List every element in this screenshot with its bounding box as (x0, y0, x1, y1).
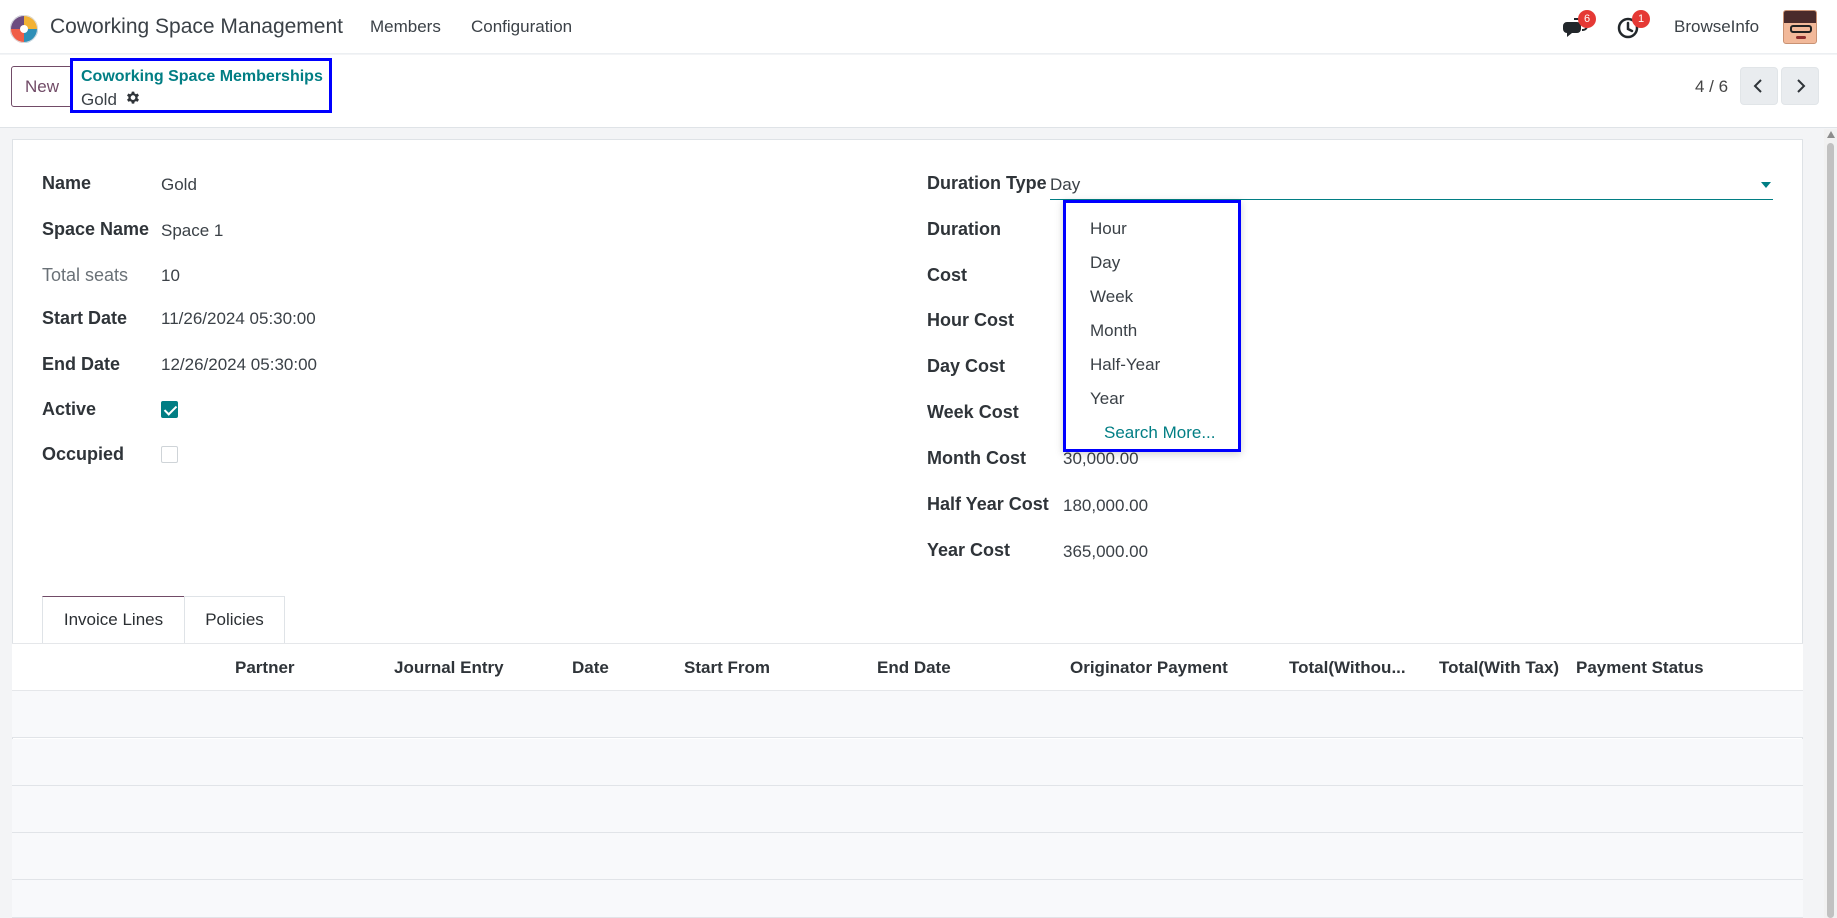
activity-icon[interactable]: 1 (1615, 10, 1650, 42)
header-date[interactable]: Date (572, 658, 609, 678)
breadcrumb-root-link[interactable]: Coworking Space Memberships (81, 68, 323, 86)
start-date-label: Start Date (42, 308, 128, 328)
table-row[interactable] (12, 691, 1803, 738)
scroll-up-icon[interactable] (1827, 131, 1835, 138)
chat-icon[interactable]: 6 (1561, 10, 1596, 42)
half-year-cost-label: Half Year Cost (927, 494, 1049, 514)
active-label: Active (42, 399, 97, 419)
header-end-date[interactable]: End Date (877, 658, 951, 678)
name-label: Name (42, 173, 92, 193)
cost-label: Cost (927, 265, 967, 285)
chat-badge: 6 (1578, 10, 1596, 28)
duration-type-value: Day (1050, 175, 1081, 194)
hour-cost-label: Hour Cost (927, 310, 1014, 330)
header-total-without-tax[interactable]: Total(Withou... (1289, 658, 1406, 678)
nav-members[interactable]: Members (370, 17, 441, 37)
total-seats-value: 10 (161, 266, 180, 285)
space-name-value[interactable]: Space 1 (161, 221, 223, 241)
chevron-right-icon (1797, 79, 1806, 93)
space-name-label: Space Name (42, 219, 150, 239)
end-date-label: End Date (42, 354, 121, 374)
dropdown-option-year[interactable]: Year (1090, 389, 1124, 409)
pager-previous-button[interactable] (1740, 67, 1778, 105)
header-originator-payment[interactable]: Originator Payment (1070, 658, 1228, 678)
company-switcher[interactable]: BrowseInfo (1674, 17, 1759, 37)
occupied-checkbox[interactable] (161, 446, 178, 463)
dropdown-search-more[interactable]: Search More... (1104, 423, 1216, 443)
page-scrollbar[interactable] (1824, 129, 1837, 918)
scroll-thumb[interactable] (1827, 143, 1834, 918)
pager-next-button[interactable] (1781, 67, 1819, 105)
year-cost-value[interactable]: 365,000.00 (1063, 542, 1148, 562)
duration-type-dropdown: Hour Day Week Month Half-Year Year Searc… (1063, 200, 1241, 452)
table-row[interactable] (12, 833, 1803, 880)
new-button[interactable]: New (11, 66, 74, 107)
dropdown-option-week[interactable]: Week (1090, 287, 1133, 307)
active-checkbox[interactable] (161, 401, 178, 418)
avatar-hair (1784, 11, 1816, 23)
app-title[interactable]: Coworking Space Management (50, 15, 343, 39)
header-start-from[interactable]: Start From (684, 658, 770, 678)
header-partner[interactable]: Partner (235, 658, 295, 678)
breadcrumb-current-record: Gold (81, 90, 117, 109)
dropdown-option-hour[interactable]: Hour (1090, 219, 1127, 239)
duration-label: Duration (927, 219, 1001, 239)
duration-type-select[interactable]: Day (1050, 171, 1773, 200)
control-panel: New Coworking Space Memberships Gold 4 /… (0, 55, 1837, 128)
avatar-glasses (1790, 25, 1812, 33)
top-navigation-bar: Coworking Space Management Members Confi… (0, 0, 1837, 54)
header-payment-status[interactable]: Payment Status (1576, 658, 1704, 678)
dropdown-option-month[interactable]: Month (1090, 321, 1137, 341)
tab-invoice-lines[interactable]: Invoice Lines (42, 596, 185, 644)
pager-value: 4 / 6 (1695, 77, 1729, 96)
chevron-down-icon (1761, 182, 1771, 188)
month-cost-label: Month Cost (927, 448, 1026, 468)
avatar-mouth (1796, 36, 1806, 39)
nav-configuration[interactable]: Configuration (471, 17, 572, 37)
week-cost-label: Week Cost (927, 402, 1019, 422)
invoice-lines-header: Partner Journal Entry Date Start From En… (12, 643, 1803, 691)
user-avatar[interactable] (1783, 10, 1817, 44)
start-date-value[interactable]: 11/26/2024 05:30:00 (161, 309, 316, 329)
breadcrumb: Coworking Space Memberships Gold (70, 58, 332, 113)
table-row[interactable] (12, 739, 1803, 786)
gear-icon[interactable] (124, 90, 142, 108)
end-date-value[interactable]: 12/26/2024 05:30:00 (161, 355, 317, 375)
year-cost-label: Year Cost (927, 540, 1011, 560)
chevron-left-icon (1753, 79, 1762, 93)
header-total-with-tax[interactable]: Total(With Tax) (1439, 658, 1559, 678)
occupied-label: Occupied (42, 444, 125, 464)
total-seats-label: Total seats (42, 265, 129, 285)
half-year-cost-value[interactable]: 180,000.00 (1063, 496, 1148, 516)
table-row[interactable] (12, 880, 1803, 918)
day-cost-label: Day Cost (927, 356, 1006, 376)
dropdown-option-day[interactable]: Day (1090, 253, 1120, 273)
table-row[interactable] (12, 786, 1803, 833)
dropdown-option-half-year[interactable]: Half-Year (1090, 355, 1160, 375)
name-value[interactable]: Gold (161, 175, 197, 195)
app-logo-icon[interactable] (8, 13, 40, 45)
header-journal-entry[interactable]: Journal Entry (394, 658, 504, 678)
activity-badge: 1 (1632, 10, 1650, 28)
month-cost-value[interactable]: 30,000.00 (1063, 449, 1139, 469)
duration-type-label: Duration Type (927, 173, 1047, 193)
tab-policies[interactable]: Policies (184, 596, 285, 644)
